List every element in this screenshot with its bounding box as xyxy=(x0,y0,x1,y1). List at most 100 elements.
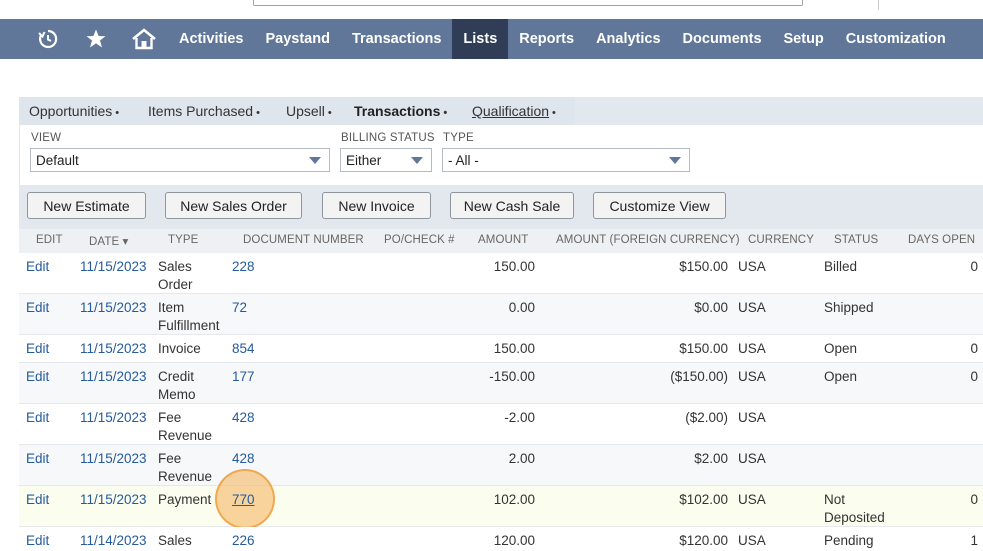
status-cell: Billed xyxy=(824,258,857,276)
type-line-1: Fee xyxy=(158,410,182,425)
new-estimate-button[interactable]: New Estimate xyxy=(27,192,146,219)
type-cell: Invoice xyxy=(158,341,201,356)
subtab-label: Items Purchased xyxy=(148,103,254,119)
billing-status-label: BILLING STATUS xyxy=(341,132,435,144)
amount-cell: -2.00 xyxy=(504,410,535,425)
edit-link[interactable]: Edit xyxy=(26,450,49,468)
col-amount[interactable]: AMOUNT xyxy=(478,234,528,246)
edit-link[interactable]: Edit xyxy=(26,340,49,358)
table-row: Edit 11/15/2023 Fee Revenue 428 -2.00 ($2… xyxy=(19,404,983,445)
subtab-bullet: • xyxy=(256,107,260,119)
amount-foreign-cell: $120.00 xyxy=(679,533,728,548)
nav-customization[interactable]: Customization xyxy=(835,19,957,59)
recent-records-icon[interactable] xyxy=(24,19,72,59)
date-link[interactable]: 11/15/2023 xyxy=(80,340,147,358)
new-sales-order-button[interactable]: New Sales Order xyxy=(165,192,302,219)
subtab-qualification[interactable]: Qualification • xyxy=(472,103,556,119)
nav-lists[interactable]: Lists xyxy=(452,19,509,59)
type-line-1: Fee xyxy=(158,451,182,466)
subtab-opportunities[interactable]: Opportunities • xyxy=(29,103,119,119)
nav-activities[interactable]: Activities xyxy=(168,19,254,59)
type-cell: Sales Order xyxy=(158,258,193,294)
days-open-cell: 0 xyxy=(970,259,978,274)
document-number-link[interactable]: 226 xyxy=(232,532,255,550)
table-row: Edit 11/15/2023 Invoice 854 150.00 $150.… xyxy=(19,335,983,363)
status-cell: Open xyxy=(824,369,858,384)
date-link[interactable]: 11/15/2023 xyxy=(80,299,147,317)
col-document-number[interactable]: DOCUMENT NUMBER xyxy=(243,234,364,246)
subtab-label: Transactions xyxy=(354,103,441,119)
col-po-check[interactable]: PO/CHECK # xyxy=(384,234,455,246)
date-link[interactable]: 11/15/2023 xyxy=(80,450,147,468)
currency-cell: USA xyxy=(738,300,766,315)
document-number-link[interactable]: 428 xyxy=(232,450,255,468)
col-days-open[interactable]: DAYS OPEN xyxy=(908,234,975,246)
col-amount-foreign[interactable]: AMOUNT (FOREIGN CURRENCY) xyxy=(556,234,740,246)
home-icon[interactable] xyxy=(120,19,168,59)
currency-cell: USA xyxy=(738,533,766,548)
type-line-2: Memo xyxy=(158,387,196,402)
star-icon[interactable] xyxy=(72,19,120,59)
currency-cell: USA xyxy=(738,451,766,466)
col-status[interactable]: STATUS xyxy=(834,234,878,246)
global-search-input[interactable] xyxy=(253,0,803,6)
type-cell: Sales xyxy=(158,533,192,548)
edit-link[interactable]: Edit xyxy=(26,299,49,317)
table-row: Edit 11/15/2023 Item Fulfillment 72 0.00 … xyxy=(19,294,983,335)
amount-cell: 2.00 xyxy=(508,451,535,466)
nav-analytics[interactable]: Analytics xyxy=(585,19,671,59)
nav-paystand[interactable]: Paystand xyxy=(254,19,340,59)
nav-reports[interactable]: Reports xyxy=(508,19,585,59)
amount-foreign-cell: ($2.00) xyxy=(685,410,728,425)
nav-setup[interactable]: Setup xyxy=(773,19,835,59)
document-number-link[interactable]: 228 xyxy=(232,258,255,276)
subtab-bar: Opportunities • Items Purchased • Upsell • … xyxy=(19,97,983,125)
edit-link[interactable]: Edit xyxy=(26,409,49,427)
filter-panel: VIEW Default BILLING STATUS Either TYPE … xyxy=(19,125,983,185)
view-select[interactable]: Default xyxy=(30,148,330,172)
status-line-1: Shipped xyxy=(824,300,874,315)
view-select-value: Default xyxy=(36,153,79,168)
chevron-down-icon xyxy=(309,157,321,164)
col-edit: EDIT xyxy=(36,234,63,246)
customize-view-button[interactable]: Customize View xyxy=(593,192,726,219)
col-currency[interactable]: CURRENCY xyxy=(748,234,814,246)
type-select[interactable]: - All - xyxy=(442,148,690,172)
date-link[interactable]: 11/15/2023 xyxy=(80,368,147,386)
billing-status-select[interactable]: Either xyxy=(340,148,432,172)
col-date[interactable]: DATE ▾ xyxy=(89,234,128,248)
date-link[interactable]: 11/14/2023 xyxy=(80,532,147,550)
document-number-link[interactable]: 770 xyxy=(232,491,255,509)
status-cell: Shipped xyxy=(824,299,874,317)
subtab-transactions[interactable]: Transactions • xyxy=(354,103,447,119)
currency-cell: USA xyxy=(738,341,766,356)
billing-status-value: Either xyxy=(346,153,382,168)
new-invoice-button[interactable]: New Invoice xyxy=(322,192,431,219)
type-cell: Fee Revenue xyxy=(158,450,212,486)
date-link[interactable]: 11/15/2023 xyxy=(80,409,147,427)
edit-link[interactable]: Edit xyxy=(26,368,49,386)
document-number-link[interactable]: 854 xyxy=(232,340,255,358)
subtab-upsell[interactable]: Upsell • xyxy=(286,103,332,119)
amount-cell: 120.00 xyxy=(493,533,535,548)
subtab-items-purchased[interactable]: Items Purchased • xyxy=(148,103,260,119)
type-cell: Item Fulfillment xyxy=(158,299,220,335)
nav-transactions[interactable]: Transactions xyxy=(341,19,452,59)
document-number-link[interactable]: 428 xyxy=(232,409,255,427)
col-type[interactable]: TYPE xyxy=(168,234,198,246)
document-number-link[interactable]: 177 xyxy=(232,368,255,386)
new-cash-sale-button[interactable]: New Cash Sale xyxy=(450,192,574,219)
date-link[interactable]: 11/15/2023 xyxy=(80,258,147,276)
type-label: TYPE xyxy=(443,132,474,144)
document-number-link[interactable]: 72 xyxy=(232,299,247,317)
edit-link[interactable]: Edit xyxy=(26,258,49,276)
status-cell: Pending xyxy=(824,533,874,548)
table-row: Edit 11/15/2023 Sales Order 228 150.00 $1… xyxy=(19,253,983,294)
edit-link[interactable]: Edit xyxy=(26,491,49,509)
amount-foreign-cell: $0.00 xyxy=(694,300,728,315)
type-cell: Credit Memo xyxy=(158,368,196,404)
date-link[interactable]: 11/15/2023 xyxy=(80,491,147,509)
edit-link[interactable]: Edit xyxy=(26,532,49,550)
nav-documents[interactable]: Documents xyxy=(672,19,773,59)
type-line-2: Order xyxy=(158,277,193,292)
